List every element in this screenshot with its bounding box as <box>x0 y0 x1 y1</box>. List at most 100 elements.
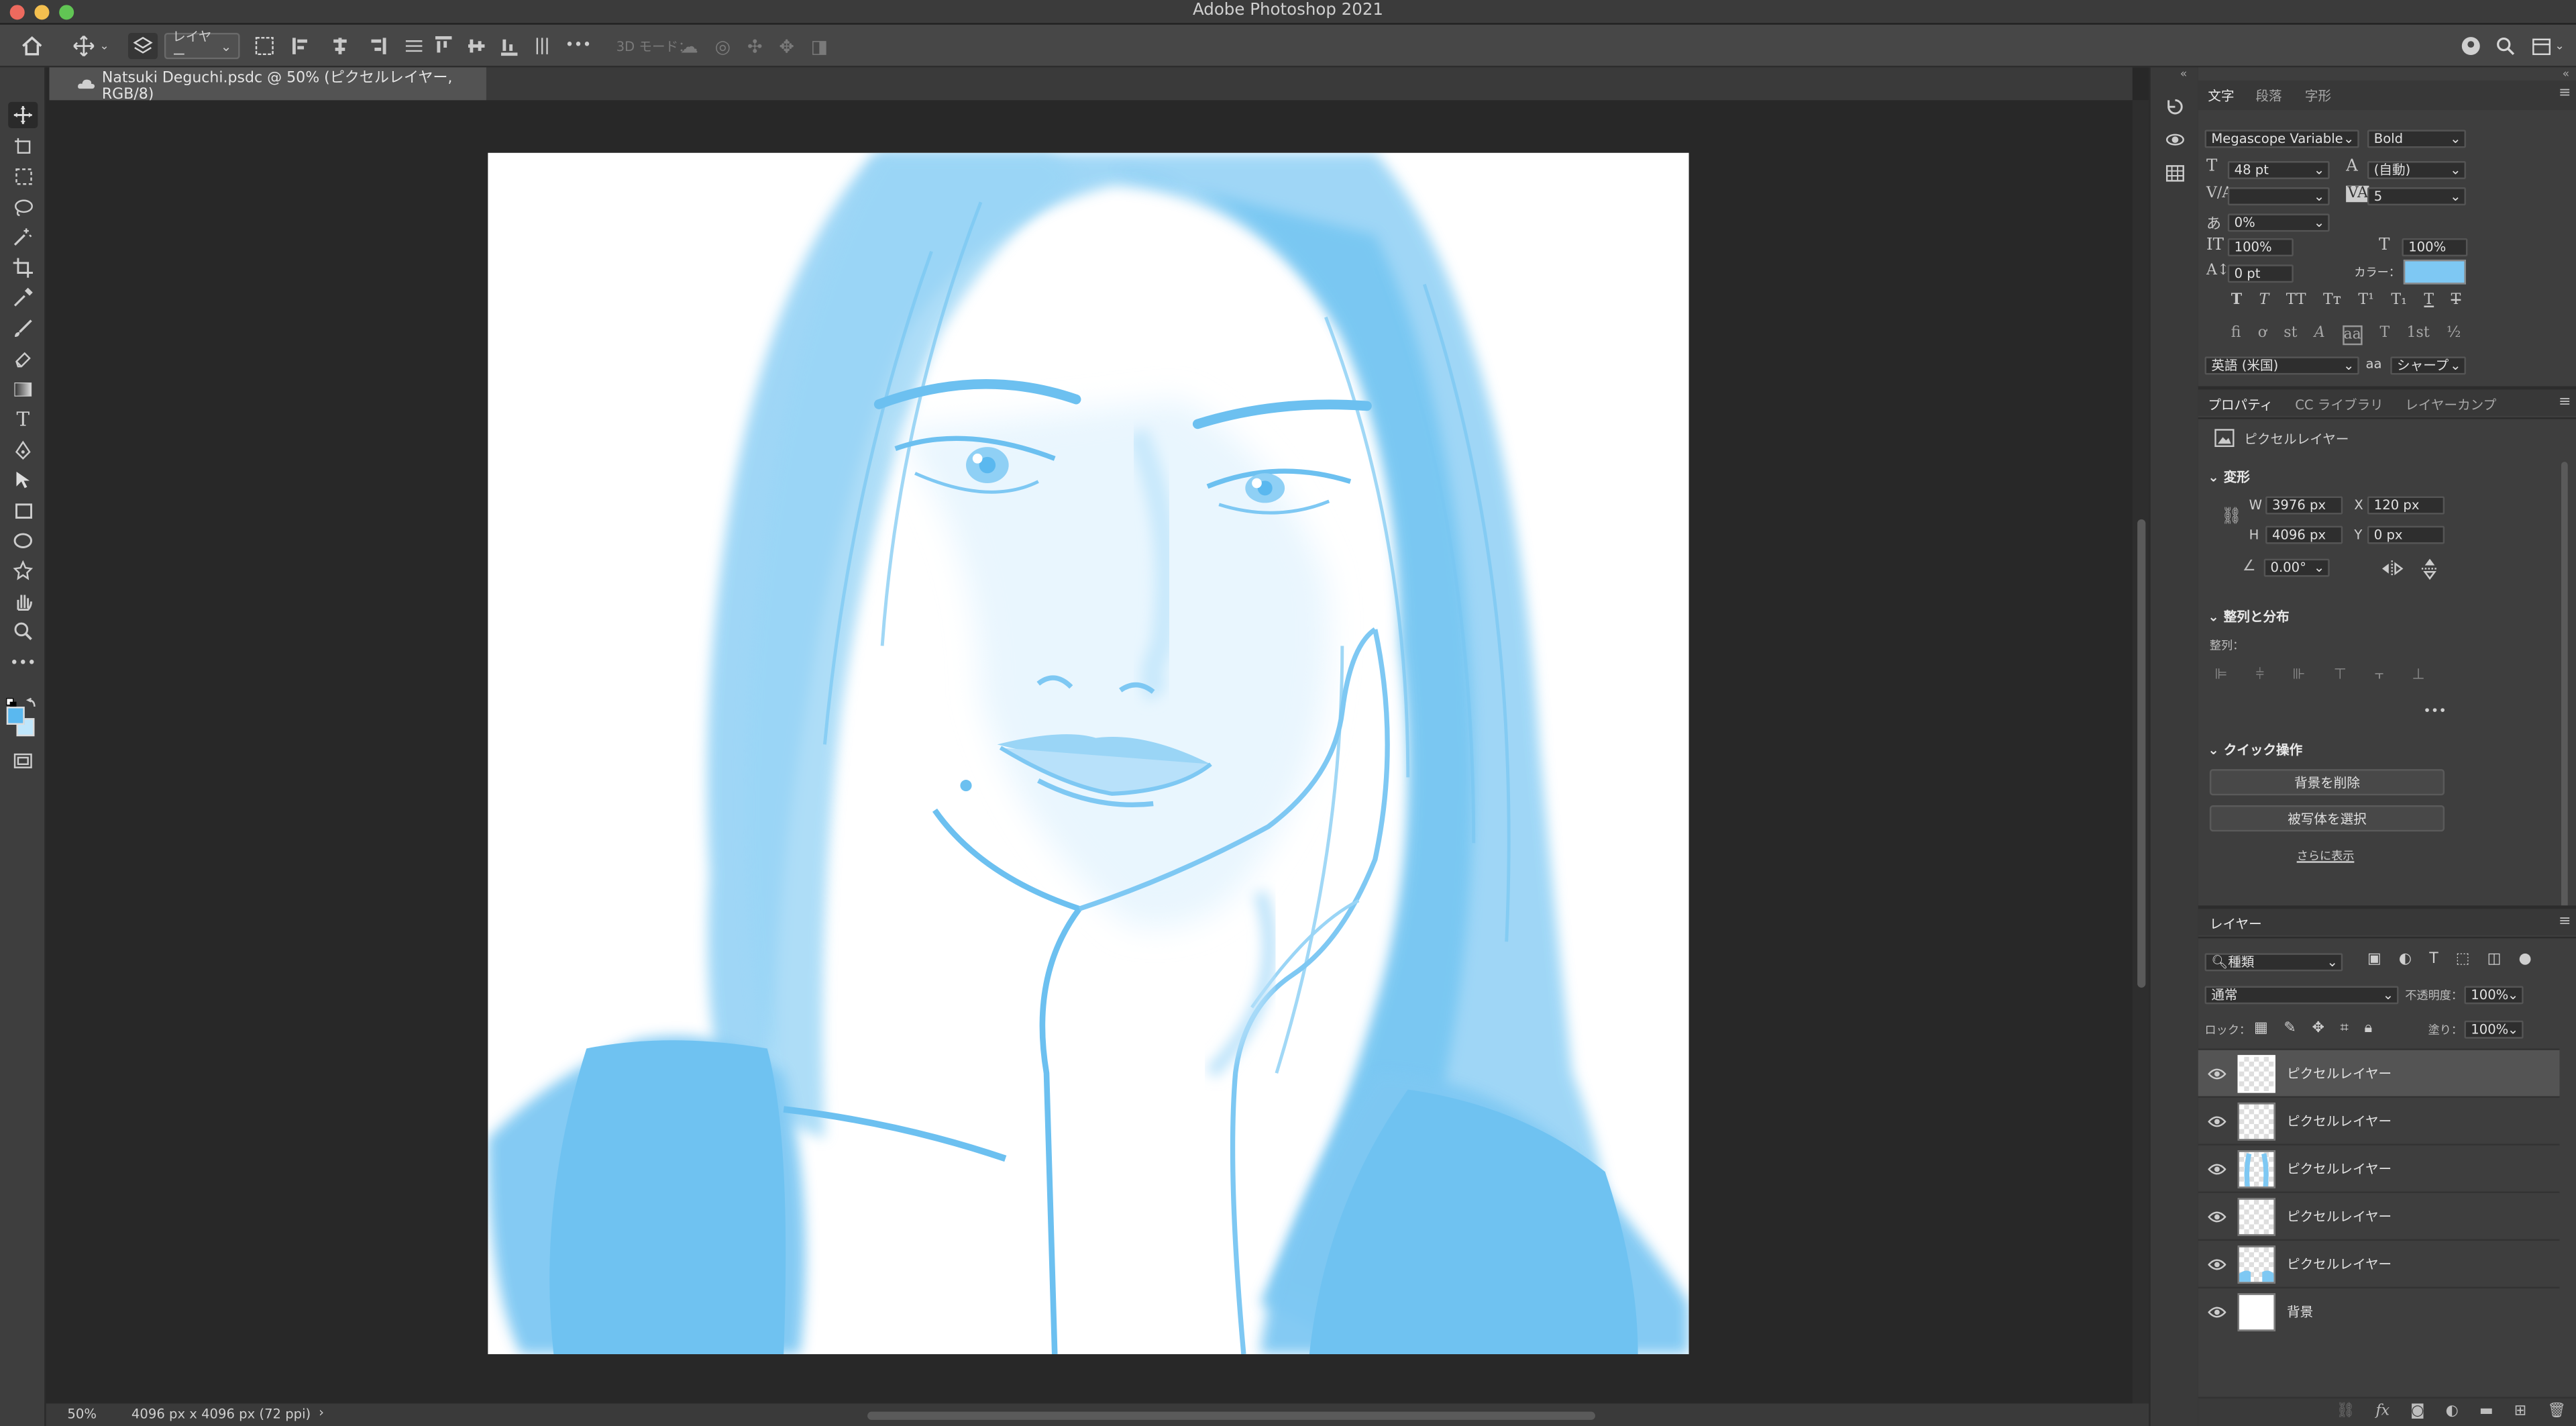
screen-mode-button[interactable] <box>8 748 38 774</box>
align-horizontal-centers-icon[interactable]: ⫩ <box>2256 667 2265 683</box>
subscript-button[interactable]: T₁ <box>2391 293 2407 309</box>
align-section-header[interactable]: ⌄ 整列と分布 <box>2208 608 2289 626</box>
layer-row[interactable]: ピクセルレイヤー <box>2198 1239 2560 1287</box>
more-align-options[interactable]: ••• <box>2423 703 2447 718</box>
x-field[interactable]: 120 px <box>2367 496 2445 515</box>
font-style-select[interactable]: Bold ⌄ <box>2367 130 2466 148</box>
new-group-icon[interactable]: ▬ <box>2479 1403 2493 1419</box>
align-vertical-centers-icon[interactable]: ⫟ <box>2375 667 2383 683</box>
align-right-edges-icon[interactable]: ⊪ <box>2292 667 2305 683</box>
layer-filter-select[interactable]: 🔍︎種類 ⌄ <box>2204 953 2343 972</box>
eyedropper-tool[interactable] <box>8 285 38 311</box>
lasso-tool[interactable] <box>8 194 38 220</box>
more-options-button[interactable]: ••• <box>565 33 592 59</box>
align-right-icon[interactable] <box>367 36 387 56</box>
eraser-tool[interactable] <box>8 345 38 371</box>
visibility-eye-icon[interactable] <box>2208 1113 2226 1131</box>
layer-row[interactable]: ピクセルレイヤー <box>2198 1143 2560 1191</box>
auto-select-dropdown[interactable]: レイヤー ⌄ <box>164 30 240 62</box>
collapse-panels-arrows[interactable]: « <box>2563 67 2570 81</box>
link-layers-icon[interactable]: ⛓ <box>2336 1403 2355 1419</box>
3d-pan-icon[interactable]: ✣ <box>747 36 763 57</box>
zoom-tool[interactable] <box>8 618 38 644</box>
zoom-level[interactable]: 50% <box>67 1407 97 1421</box>
ellipse-tool[interactable] <box>8 527 38 554</box>
tab-layer-comps[interactable]: レイヤーカンプ <box>2405 396 2496 414</box>
layer-mask-icon[interactable]: ◙ <box>2410 1403 2424 1419</box>
fractions-button[interactable]: ½ <box>2447 325 2461 345</box>
adjustment-layer-icon[interactable]: ◐ <box>2446 1403 2459 1419</box>
home-button[interactable] <box>16 33 46 59</box>
ligatures-button[interactable]: fi <box>2231 325 2241 345</box>
horizontal-scale-field[interactable]: 100% <box>2402 238 2468 257</box>
character-panel-menu-icon[interactable]: ≡ <box>2559 85 2571 101</box>
lock-position-icon[interactable]: ✥ <box>2312 1021 2324 1037</box>
quick-actions-header[interactable]: ⌄ クイック操作 <box>2208 741 2302 759</box>
swash-button[interactable]: A <box>2314 325 2325 345</box>
fill-field[interactable]: 100% ⌄ <box>2464 1020 2524 1039</box>
strikethrough-button[interactable]: T <box>2451 293 2461 309</box>
foreground-color-swatch[interactable] <box>6 707 25 725</box>
visibility-eye-icon[interactable] <box>2208 1303 2226 1321</box>
edit-toolbar-button[interactable]: ••• <box>8 651 38 677</box>
visibility-eye-icon[interactable] <box>2208 1065 2226 1083</box>
align-top-icon[interactable] <box>434 36 453 56</box>
height-field[interactable]: 4096 px <box>2265 525 2343 544</box>
filter-smart-object-icon[interactable]: ◫ <box>2487 952 2502 968</box>
small-caps-button[interactable]: Tт <box>2323 293 2341 309</box>
3d-orbit-icon[interactable]: ☁ <box>680 36 698 57</box>
tab-paragraph[interactable]: 段落 <box>2255 87 2282 105</box>
vertical-scale-field[interactable]: 100% <box>2227 238 2294 257</box>
width-field[interactable]: 3976 px <box>2265 496 2343 515</box>
align-bottom-edges-icon[interactable]: ⊥ <box>2412 667 2424 683</box>
rectangle-tool[interactable] <box>8 498 38 524</box>
filter-pixel-icon[interactable]: ▣ <box>2367 952 2381 968</box>
align-vcenter-icon[interactable] <box>467 36 486 56</box>
new-layer-icon[interactable]: ⊞ <box>2514 1403 2526 1419</box>
account-button[interactable] <box>2459 33 2482 59</box>
vertical-scrollbar[interactable] <box>2132 100 2149 1404</box>
filter-toggle-icon[interactable]: ● <box>2519 952 2532 968</box>
3d-roll-icon[interactable]: ◎ <box>715 36 731 57</box>
layer-row[interactable]: ピクセルレイヤー <box>2198 1191 2560 1239</box>
font-family-select[interactable]: Megascope Variable ⌄ <box>2204 130 2359 148</box>
layer-row[interactable]: 背景 <box>2198 1286 2560 1335</box>
visibility-eye-icon[interactable] <box>2208 1160 2226 1178</box>
filter-type-icon[interactable]: T <box>2429 952 2438 968</box>
lock-image-icon[interactable]: ✎ <box>2284 1021 2296 1037</box>
document-canvas[interactable] <box>488 152 1689 1354</box>
filter-shape-icon[interactable]: ⬚ <box>2456 952 2470 968</box>
select-subject-button[interactable]: 被写体を選択 <box>2209 805 2445 832</box>
underline-button[interactable]: T <box>2424 293 2434 309</box>
properties-scrollbar[interactable] <box>2561 462 2568 922</box>
visibility-eye-icon[interactable] <box>2208 1208 2226 1226</box>
auto-select-toggle[interactable] <box>128 32 158 60</box>
discretionary-ligatures-button[interactable]: ơ <box>2258 325 2267 345</box>
baseline-shift-field[interactable]: 0 pt <box>2227 264 2294 283</box>
status-menu-arrow[interactable]: › <box>319 1405 324 1420</box>
marquee-tool[interactable] <box>8 162 38 189</box>
align-left-icon[interactable] <box>292 36 312 56</box>
show-more-link[interactable]: さらに表示 <box>2297 848 2355 864</box>
tracking-field[interactable]: 5 ⌄ <box>2367 187 2466 206</box>
type-tool[interactable]: T <box>8 406 38 432</box>
layer-row[interactable]: ピクセルレイヤー <box>2198 1096 2560 1143</box>
3d-panel-button[interactable] <box>2162 128 2188 151</box>
remove-background-button[interactable]: 背景を削除 <box>2209 769 2445 796</box>
history-panel-button[interactable] <box>2162 95 2188 118</box>
layer-row[interactable]: ピクセルレイヤー <box>2198 1048 2560 1097</box>
kerning-field[interactable]: ⌄ <box>2227 187 2330 206</box>
gradient-tool[interactable] <box>8 376 38 403</box>
distribute-icon[interactable] <box>404 36 423 56</box>
tab-layers[interactable]: レイヤー <box>2210 915 2262 933</box>
transform-section-header[interactable]: ⌄ 変形 <box>2208 468 2249 487</box>
superscript-button[interactable]: T¹ <box>2358 293 2374 309</box>
all-caps-button[interactable]: TT <box>2286 293 2306 309</box>
magic-wand-tool[interactable] <box>8 223 38 250</box>
layer-style-icon[interactable]: fx <box>2375 1403 2390 1419</box>
titling-alternates-button[interactable]: T <box>2380 325 2390 345</box>
collapse-arrows[interactable]: « <box>2180 67 2188 81</box>
link-dimensions-icon[interactable]: ⛓ <box>2221 508 2242 526</box>
layers-panel-menu-icon[interactable]: ≡ <box>2559 914 2571 930</box>
align-bottom-icon[interactable] <box>499 36 519 56</box>
